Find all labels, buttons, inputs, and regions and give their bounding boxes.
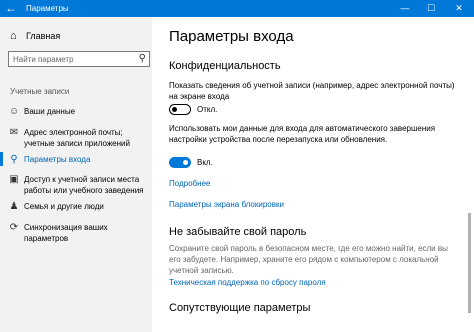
person-icon: ☺ [8, 106, 20, 117]
sync-icon: ⟳ [9, 222, 19, 233]
password-tip-text: Сохраните свой пароль в безопасном месте… [169, 244, 448, 275]
privacy-heading: Конфиденциальность [169, 60, 281, 72]
maximize-button[interactable]: ☐ [418, 0, 444, 17]
sidebar: ⌂ Главная Найти параметр ⚲ Учетные запис… [0, 17, 152, 332]
scrollbar[interactable] [468, 213, 471, 313]
show-account-info-toggle[interactable] [169, 104, 191, 115]
lock-screen-settings-link[interactable]: Параметры экрана блокировки [169, 199, 284, 210]
learn-more-link[interactable]: Подробнее [169, 178, 211, 189]
search-icon[interactable]: ⚲ [139, 53, 146, 65]
sidebar-item-label: Семья и другие люди [24, 202, 104, 211]
mail-icon: ✉ [9, 127, 19, 138]
window-title: Параметры [26, 4, 69, 13]
back-arrow-icon[interactable]: ← [4, 1, 18, 15]
password-reset-support-link[interactable]: Техническая поддержка по сбросу пароля [169, 277, 326, 288]
use-sign-in-info-text: Использовать мои данные для входа для ав… [169, 124, 436, 144]
show-account-info-text: Показать сведения об учетной записи (нап… [169, 81, 455, 101]
main-content: Параметры входа Конфиденциальность Показ… [152, 17, 474, 332]
home-icon: ⌂ [10, 30, 17, 42]
password-heading: Не забывайте свой пароль [169, 226, 307, 238]
search-input[interactable]: Найти параметр ⚲ [8, 51, 150, 67]
key-icon: ⚲ [10, 154, 18, 165]
search-placeholder: Найти параметр [13, 55, 74, 64]
use-sign-in-info-toggle[interactable] [169, 157, 191, 168]
family-icon: ♟ [9, 201, 19, 212]
toggle-knob [183, 160, 188, 165]
home-label: Главная [26, 31, 61, 41]
sidebar-item-label: Доступ к учетной записи места работы или… [24, 175, 144, 195]
toggle-knob [172, 106, 177, 112]
close-button[interactable]: ✕ [446, 0, 472, 17]
title-bar: ← Параметры — ☐ ✕ [0, 0, 474, 17]
related-settings-heading: Сопутствующие параметры [169, 302, 311, 314]
sidebar-item-label: Параметры входа [24, 155, 91, 164]
sidebar-section-label: Учетные записи [10, 87, 70, 96]
sidebar-item-label: Адрес электронной почты; учетные записи … [24, 128, 130, 148]
toggle-state-label: Откл. [197, 105, 218, 114]
page-title: Параметры входа [169, 28, 294, 45]
toggle-state-label: Вкл. [197, 158, 213, 167]
active-indicator [0, 152, 3, 166]
briefcase-icon: ▣ [9, 174, 19, 185]
sidebar-item-label: Ваши данные [24, 107, 76, 116]
sidebar-home[interactable]: ⌂ Главная [10, 29, 60, 43]
minimize-button[interactable]: — [392, 0, 418, 17]
sidebar-item-label: Синхронизация ваших параметров [24, 223, 108, 243]
